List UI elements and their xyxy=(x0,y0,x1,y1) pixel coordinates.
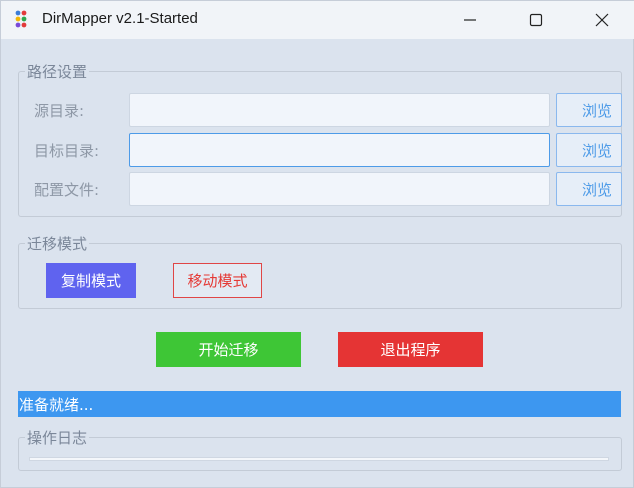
source-dir-input[interactable] xyxy=(129,93,550,127)
app-icon xyxy=(15,10,27,28)
target-browse-label: 浏览 xyxy=(581,141,612,160)
minimize-button[interactable] xyxy=(447,1,493,39)
target-dir-input[interactable] xyxy=(129,133,550,167)
maximize-button[interactable] xyxy=(513,1,559,39)
exit-program-button[interactable]: 退出程序 xyxy=(338,332,483,367)
start-migration-button[interactable]: 开始迁移 xyxy=(156,332,301,367)
source-browse-label: 浏览 xyxy=(581,101,612,120)
target-browse-button[interactable]: 浏览 xyxy=(556,133,622,167)
close-icon xyxy=(595,13,609,27)
config-browse-label: 浏览 xyxy=(581,180,612,199)
copy-mode-button[interactable]: 复制模式 xyxy=(46,263,136,298)
status-text: 准备就绪... xyxy=(19,395,94,414)
source-browse-button[interactable]: 浏览 xyxy=(556,93,622,127)
move-mode-button[interactable]: 移动模式 xyxy=(173,263,262,298)
exit-program-label: 退出程序 xyxy=(380,341,441,359)
config-browse-button[interactable]: 浏览 xyxy=(556,172,622,206)
maximize-icon xyxy=(529,13,543,27)
move-mode-label: 移动模式 xyxy=(187,272,248,290)
operation-log-textarea[interactable] xyxy=(29,457,609,461)
source-dir-label: 源目录: xyxy=(34,102,85,120)
copy-mode-label: 复制模式 xyxy=(60,272,121,290)
window-title: DirMapper v2.1-Started xyxy=(42,10,198,27)
start-migration-label: 开始迁移 xyxy=(198,341,259,359)
status-bar: 准备就绪... xyxy=(18,391,621,417)
config-file-input[interactable] xyxy=(129,172,550,206)
title-bar: DirMapper v2.1-Started xyxy=(1,1,634,39)
minimize-icon xyxy=(464,19,476,21)
target-dir-label: 目标目录: xyxy=(34,142,100,160)
close-button[interactable] xyxy=(579,1,625,39)
operation-log-group: 操作日志 xyxy=(18,427,622,471)
migration-mode-title: 迁移模式 xyxy=(25,233,90,254)
path-settings-title: 路径设置 xyxy=(25,61,90,82)
app-window: DirMapper v2.1-Started 路径设置 源目录: 浏览 目标目录… xyxy=(0,0,634,488)
operation-log-title: 操作日志 xyxy=(25,427,90,448)
config-file-label: 配置文件: xyxy=(34,181,100,199)
